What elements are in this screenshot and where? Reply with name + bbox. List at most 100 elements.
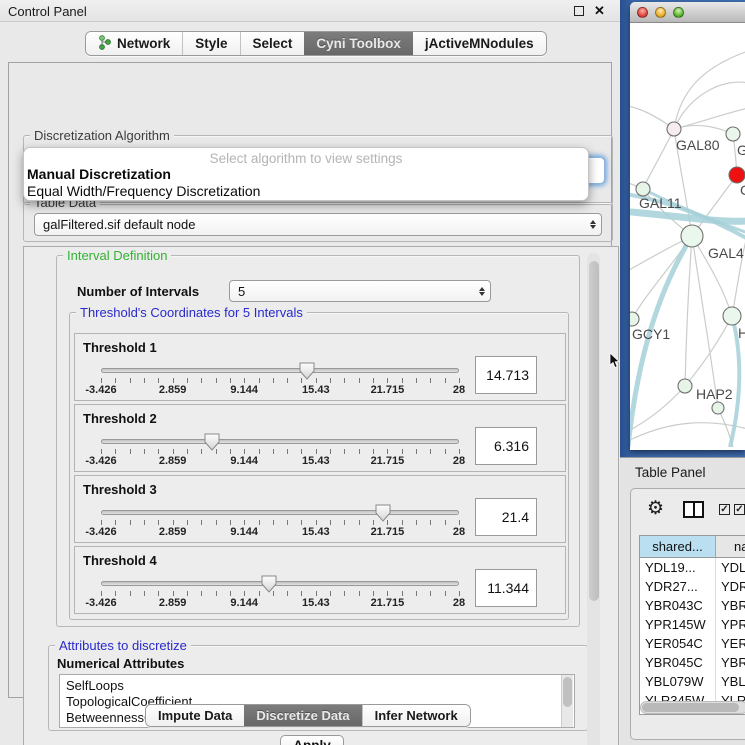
algorithm-option-equal-width[interactable]: Equal Width/Frequency Discretization [24, 182, 588, 199]
threshold-value-field[interactable]: 11.344 [475, 569, 537, 607]
network-graph: GAL80GACGAL11GAL4GCY1HHAP2 [630, 23, 745, 447]
network-window-titlebar [630, 2, 745, 23]
select-all-columns-icon[interactable]: ✓ [734, 504, 745, 515]
network-edge[interactable] [674, 82, 745, 129]
threshold-value-field[interactable]: 21.4 [475, 498, 537, 536]
network-node[interactable] [667, 122, 681, 136]
network-edge[interactable] [630, 386, 685, 433]
slider-tick-label: 9.144 [230, 455, 258, 467]
network-edge[interactable] [674, 125, 733, 134]
mouse-cursor [609, 353, 621, 369]
network-node[interactable] [723, 307, 741, 325]
threshold-slider[interactable] [101, 368, 459, 373]
table-data-combobox[interactable]: galFiltered.sif default node [34, 213, 602, 236]
slider-tick-label: 15.43 [302, 384, 330, 396]
network-node[interactable] [678, 379, 692, 393]
table-row[interactable]: YDR27...YDR27... [640, 577, 745, 596]
cyni-toolbox-content: Discretization Algorithm Select algorith… [8, 62, 612, 698]
control-panel: Control Panel ✕ Network Style Select Cyn… [0, 0, 620, 745]
number-of-intervals-label: Number of Intervals [77, 284, 199, 299]
slider-tick-label: 15.43 [302, 597, 330, 609]
table-row[interactable]: YER054CYER054C [640, 634, 745, 653]
algorithm-dropdown-popup: Select algorithm to view settings Manual… [23, 147, 589, 201]
algorithm-placeholder: Select algorithm to view settings [24, 148, 588, 165]
column-header-shared-name[interactable]: shared... [640, 536, 716, 557]
network-node-label: GAL11 [639, 195, 682, 211]
slider-tick-label: 15.43 [302, 455, 330, 467]
control-panel-tabbar: Network Style Select Cyni Toolbox jActiv… [85, 31, 547, 56]
close-traffic-light-icon[interactable] [637, 7, 648, 18]
network-node-label: GCY1 [632, 326, 670, 342]
threshold-slider[interactable] [101, 581, 459, 586]
tab-cyni-toolbox[interactable]: Cyni Toolbox [304, 32, 413, 55]
table-data-combobox-value: galFiltered.sif default node [43, 217, 195, 232]
network-tree-icon [98, 35, 111, 53]
slider-tick-label: -3.426 [85, 384, 116, 396]
settings-scroll-panel: Interval Definition Number of Intervals … [23, 246, 619, 745]
network-edge[interactable] [630, 423, 745, 443]
column-header-name[interactable]: name [716, 536, 745, 557]
slider-tick-label: 9.144 [230, 597, 258, 609]
network-edge[interactable] [685, 236, 692, 386]
table-horizontal-scrollbar[interactable] [640, 701, 745, 714]
tab-impute-data[interactable]: Impute Data [146, 705, 244, 726]
network-edge[interactable] [643, 129, 674, 189]
network-edge[interactable] [692, 236, 718, 408]
network-edge[interactable] [685, 316, 732, 386]
attributes-list-scrollbar[interactable] [561, 675, 573, 727]
attribute-list-item[interactable]: SelfLoops [66, 678, 574, 694]
thresholds-group: Threshold's Coordinates for 5 Intervals … [69, 312, 569, 620]
tab-infer-network[interactable]: Infer Network [362, 705, 470, 726]
tab-discretize-data[interactable]: Discretize Data [244, 705, 361, 726]
table-row[interactable]: YBR045CYBR045C [640, 653, 745, 672]
node-attribute-table[interactable]: shared... name YDL19...YDL19...YDR27...Y… [639, 535, 745, 715]
table-row[interactable]: YDL19...YDL19... [640, 558, 745, 577]
threshold-label: Threshold 2 [83, 411, 157, 426]
slider-tick-label: 21.715 [371, 597, 405, 609]
network-node[interactable] [636, 182, 650, 196]
tab-jactivemnodules[interactable]: jActiveMNodules [413, 32, 546, 55]
zoom-traffic-light-icon[interactable] [673, 7, 684, 18]
threshold-slider[interactable] [101, 510, 459, 515]
float-window-icon[interactable] [574, 6, 584, 16]
slider-tick-label: 28 [453, 384, 465, 396]
network-node[interactable] [630, 312, 639, 326]
threshold-label: Threshold 4 [83, 553, 157, 568]
split-panel-icon[interactable] [683, 501, 704, 518]
network-node[interactable] [726, 127, 740, 141]
table-row[interactable]: YPR145WYPR145W [640, 615, 745, 634]
discretization-algorithm-group-title: Discretization Algorithm [30, 128, 174, 143]
network-node-label: HAP2 [696, 386, 733, 402]
combobox-arrows-icon [479, 281, 485, 301]
threshold-value-field[interactable]: 14.713 [475, 356, 537, 394]
table-panel: Table Panel ⚙ ✓ ✓ shared... name YDL19..… [620, 457, 745, 745]
panel-vertical-scrollbar[interactable] [587, 253, 600, 745]
tab-network[interactable]: Network [86, 32, 182, 55]
cyni-bottom-tabbar: Impute Data Discretize Data Infer Networ… [145, 704, 471, 727]
table-row[interactable]: YBR043CYBR043C [640, 596, 745, 615]
tab-select[interactable]: Select [240, 32, 305, 55]
network-node[interactable] [681, 225, 703, 247]
minimize-traffic-light-icon[interactable] [655, 7, 666, 18]
close-icon[interactable]: ✕ [594, 3, 605, 19]
network-canvas[interactable]: GAL80GACGAL11GAL4GCY1HHAP2 [630, 23, 745, 447]
number-of-intervals-combobox[interactable]: 5 [229, 280, 491, 302]
apply-button[interactable]: Apply [280, 735, 344, 745]
tab-style[interactable]: Style [182, 32, 239, 55]
threshold-value-field[interactable]: 6.316 [475, 427, 537, 465]
network-node[interactable] [712, 402, 724, 414]
gear-icon[interactable]: ⚙ [647, 499, 664, 518]
threshold-label: Threshold 1 [83, 340, 157, 355]
slider-tick-label: 2.859 [159, 384, 187, 396]
tab-network-label: Network [117, 36, 170, 51]
slider-tick-label: 21.715 [371, 526, 405, 538]
threshold-slider[interactable] [101, 439, 459, 444]
slider-tick-label: 28 [453, 455, 465, 467]
table-data-group: Table Data galFiltered.sif default node [23, 202, 613, 242]
network-node[interactable] [729, 167, 745, 183]
algorithm-option-manual[interactable]: Manual Discretization [24, 165, 588, 182]
table-row[interactable]: YBL079WYBL079W [640, 672, 745, 691]
threshold-panel-4: Threshold 4-3.4262.8599.14415.4321.71528… [74, 546, 566, 614]
network-node-label: H [738, 325, 745, 341]
select-columns-icon[interactable]: ✓ [719, 504, 730, 515]
